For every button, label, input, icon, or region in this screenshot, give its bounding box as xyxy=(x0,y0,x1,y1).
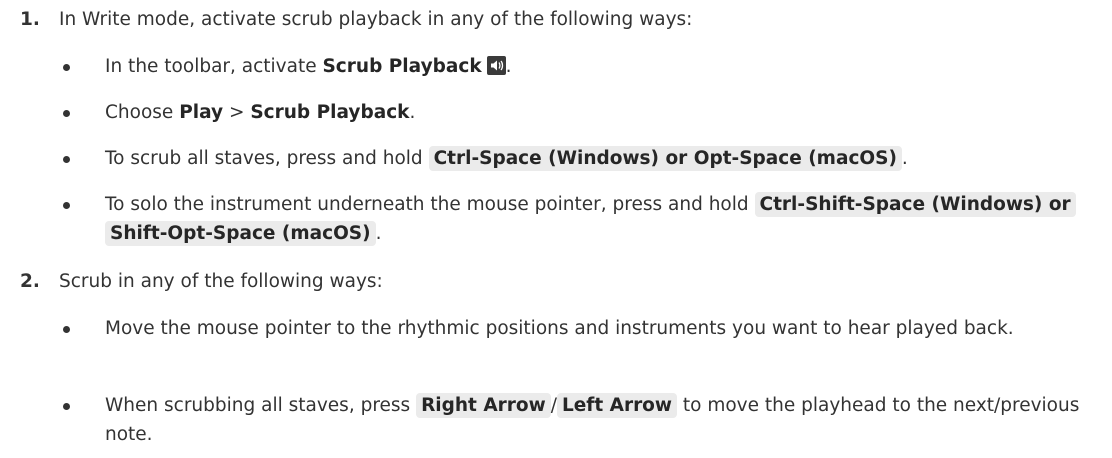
step-number: 1. xyxy=(20,9,40,30)
keyboard-shortcut: Right Arrow xyxy=(416,393,551,418)
step-number: 2. xyxy=(20,271,40,292)
step-text: In Write mode, activate scrub playback i… xyxy=(59,9,693,30)
bullet-icon xyxy=(63,202,70,209)
bullet-icon xyxy=(63,403,70,410)
bullet-icon xyxy=(63,326,70,333)
menu-label: Play xyxy=(179,102,224,123)
ui-label: Scrub Playback xyxy=(322,56,482,77)
bullet-icon xyxy=(63,156,70,163)
keyboard-shortcut: Ctrl-Space (Windows) or Opt-Space (macOS… xyxy=(428,146,902,171)
speaker-icon xyxy=(486,56,506,75)
bullet-icon xyxy=(63,64,70,71)
menu-item-label: Scrub Playback xyxy=(250,102,410,123)
instructions-document: 1. In Write mode, activate scrub playbac… xyxy=(0,0,1112,458)
step-text: Scrub in any of the following ways: xyxy=(59,271,383,292)
keyboard-shortcut: Left Arrow xyxy=(556,393,677,418)
bullet-icon xyxy=(63,110,70,117)
